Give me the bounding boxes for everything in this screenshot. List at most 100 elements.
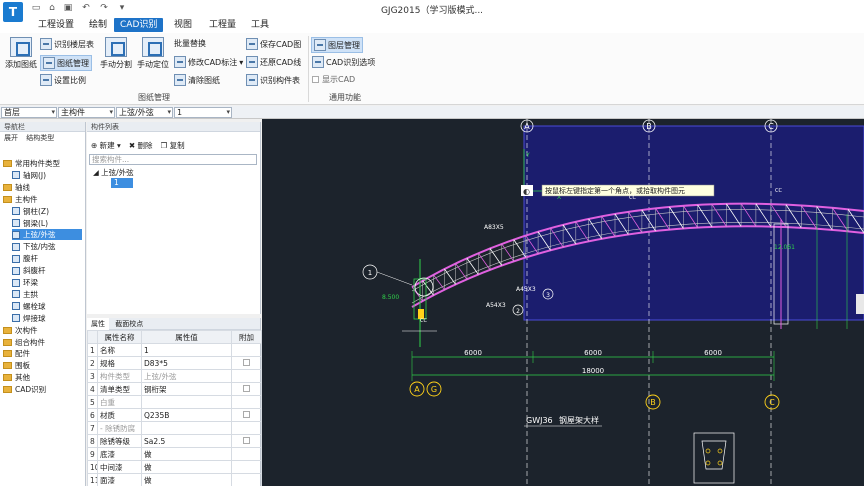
detail-callout-1: 1 xyxy=(362,264,413,286)
nav-item[interactable]: 次构件 xyxy=(3,325,38,336)
tab-properties[interactable]: 属性 xyxy=(87,318,109,330)
property-row[interactable]: 9 底漆做 xyxy=(87,447,262,461)
component-search-input[interactable]: 搜索构件... xyxy=(89,154,257,165)
nav-item[interactable]: 围板 xyxy=(3,360,30,371)
property-value[interactable]: 做 xyxy=(141,447,232,461)
component-icon xyxy=(12,207,20,216)
component-group[interactable]: ◢ 上弦/外弦 xyxy=(93,167,134,178)
identify-floors-button[interactable]: 识别楼层表 xyxy=(40,38,94,50)
expand-button[interactable]: 展开 xyxy=(4,134,18,142)
property-row[interactable]: 1 名称 1 xyxy=(87,343,262,357)
drawing-manage-label: 图纸管理 xyxy=(57,58,89,68)
property-value[interactable]: 做 xyxy=(141,460,232,474)
tab-draw[interactable]: 绘制 xyxy=(83,18,113,32)
nav-item[interactable]: 其他 xyxy=(3,372,30,383)
property-row[interactable]: 10中间漆做 xyxy=(87,460,262,474)
component-type-select[interactable]: 主构件 xyxy=(58,107,115,118)
property-extra xyxy=(231,356,262,370)
nav-item[interactable]: 螺栓球 xyxy=(12,301,46,312)
property-value[interactable]: 做 xyxy=(141,473,232,486)
manual-split-button[interactable]: 手动分割 xyxy=(98,37,134,70)
nav-item[interactable]: CAD识别 xyxy=(3,384,46,395)
identify-component-table-button[interactable]: 识别构件表 xyxy=(246,74,300,86)
row-number: 1 xyxy=(87,343,98,357)
property-value[interactable] xyxy=(141,395,232,409)
nav-item[interactable]: 环梁 xyxy=(12,277,38,288)
batch-replace-button[interactable]: 批量替换 xyxy=(174,38,206,49)
tab-tools[interactable]: 工具 xyxy=(245,18,275,32)
nav-item[interactable]: 钢梁(L) xyxy=(12,218,48,229)
nav-item[interactable]: 主构件 xyxy=(3,194,38,205)
folder-icon xyxy=(3,338,12,346)
attach-checkbox[interactable] xyxy=(243,436,250,444)
show-cad-toggle[interactable]: 显示CAD xyxy=(312,74,355,85)
copy-button[interactable]: ❐ 复制 xyxy=(161,140,185,151)
new-button[interactable]: ⊕ 新建 ▾ xyxy=(91,140,121,151)
cad-options-label: CAD识别选项 xyxy=(326,57,376,67)
nav-item-label: 下弦/内弦 xyxy=(23,242,56,252)
subtype-select[interactable]: 上弦/外弦 xyxy=(116,107,173,118)
cad-options-button[interactable]: CAD识别选项 xyxy=(312,56,375,68)
web-member xyxy=(433,274,445,290)
nav-panel: 导航栏 展开 结构类型 常用构件类型 轴网(J) 轴线 主构件 钢柱(Z) 钢梁(L) 上弦… xyxy=(0,122,86,486)
connection-detail xyxy=(693,432,735,484)
property-row[interactable]: 8 除锈等级 Sa2.5 xyxy=(87,434,262,448)
nav-item[interactable]: 焊接球 xyxy=(12,313,46,324)
property-row[interactable]: 5 白重 xyxy=(87,395,262,409)
row-number: 9 xyxy=(87,447,98,461)
attach-checkbox[interactable] xyxy=(243,410,250,418)
component-icon xyxy=(12,302,20,311)
property-value[interactable] xyxy=(141,421,232,435)
tab-quantity[interactable]: 工程量 xyxy=(203,18,242,32)
property-row[interactable]: 11面漆做 xyxy=(87,473,262,486)
save-cad-drawing-button[interactable]: 保存CAD图 xyxy=(246,38,301,50)
nav-item[interactable]: 轴网(J) xyxy=(12,170,46,181)
set-scale-button[interactable]: 设置比例 xyxy=(40,74,86,86)
property-value[interactable]: D83*5 xyxy=(141,356,232,370)
nav-item[interactable]: 常用构件类型 xyxy=(3,158,60,169)
folder-icon xyxy=(3,160,12,167)
property-value[interactable]: 上弦/外弦 xyxy=(141,369,232,383)
show-cad-checkbox[interactable] xyxy=(312,76,319,83)
nav-item[interactable]: 轴线 xyxy=(3,182,30,193)
manual-locate-label: 手动定位 xyxy=(137,60,169,69)
tab-section-points[interactable]: 截面校点 xyxy=(111,318,147,330)
delete-button[interactable]: ✖ 删除 xyxy=(129,140,153,151)
nav-item[interactable]: 组合构件 xyxy=(3,337,45,348)
nav-item[interactable]: 主拱 xyxy=(12,289,38,300)
modify-cad-mark-button[interactable]: 修改CAD标注 ▾ xyxy=(174,56,243,68)
drawing-manage-button[interactable]: 图纸管理 xyxy=(40,55,92,71)
property-row[interactable]: 4 清单类型 钢桁架 xyxy=(87,382,262,396)
floor-select[interactable]: 首层 xyxy=(1,107,57,118)
manual-locate-button[interactable]: 手动定位 xyxy=(134,37,172,70)
property-value[interactable]: Q235B xyxy=(141,408,232,422)
structure-type-button[interactable]: 结构类型 xyxy=(26,134,54,142)
tab-cad-recognition[interactable]: CAD识别 xyxy=(114,18,164,32)
nav-item[interactable]: 腹杆 xyxy=(12,253,38,264)
nav-item[interactable]: 配件 xyxy=(3,348,30,359)
restore-cad-line-button[interactable]: 还原CAD线 xyxy=(246,56,301,68)
clear-drawing-button[interactable]: 清除图纸 xyxy=(174,74,220,86)
attach-checkbox[interactable] xyxy=(243,358,250,366)
component-index-select[interactable]: 1 xyxy=(174,107,232,118)
component-item[interactable]: 1 xyxy=(111,178,133,188)
cad-drawing[interactable]: A B C Y X 按鼠标左键指定第一个角点，或拾取构件图元 ◐ 1 2 3 A… xyxy=(262,119,864,486)
property-value[interactable]: 1 xyxy=(141,343,232,357)
tab-view[interactable]: 视图 xyxy=(168,18,198,32)
property-value[interactable]: 钢桁架 xyxy=(141,382,232,396)
property-row[interactable]: 6 材质 Q235B xyxy=(87,408,262,422)
cad-canvas[interactable]: A B C Y X 按鼠标左键指定第一个角点，或拾取构件图元 ◐ 1 2 3 A… xyxy=(262,119,864,486)
layer-manage-button[interactable]: 图层管理 xyxy=(311,37,363,53)
nav-item[interactable]: 上弦/外弦 xyxy=(12,229,82,241)
property-value[interactable]: Sa2.5 xyxy=(141,434,232,448)
tab-project-settings[interactable]: 工程设置 xyxy=(32,18,80,32)
nav-item-label: 斜腹杆 xyxy=(23,266,46,276)
nav-item[interactable]: 钢柱(Z) xyxy=(12,206,49,217)
property-row[interactable]: 3 构件类型 上弦/外弦 xyxy=(87,369,262,383)
property-row[interactable]: 2 规格 D83*5 xyxy=(87,356,262,370)
attach-checkbox[interactable] xyxy=(243,384,250,392)
nav-item[interactable]: 下弦/内弦 xyxy=(12,241,56,252)
nav-item[interactable]: 斜腹杆 xyxy=(12,265,46,276)
add-drawing-button[interactable]: 添加图纸 xyxy=(4,37,38,70)
property-row[interactable]: 7- 除锈防腐 xyxy=(87,421,262,435)
